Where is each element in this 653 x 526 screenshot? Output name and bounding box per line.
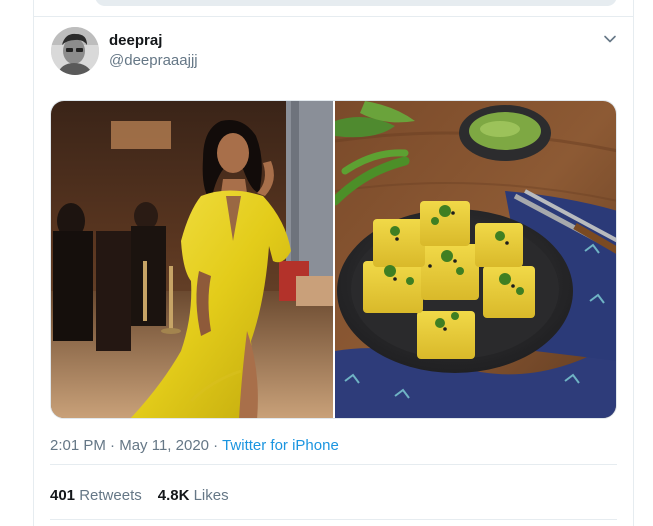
tweet-media — [50, 100, 617, 419]
stats-divider — [50, 519, 617, 520]
tweet-detail-page: deepraj @deepraaajjj 2:01 PM · May 11, 2… — [0, 0, 653, 526]
tweet-timestamp-line: 2:01 PM · May 11, 2020 · Twitter for iPh… — [50, 437, 339, 454]
column-border-left — [33, 0, 34, 526]
tweet-time[interactable]: 2:01 PM — [50, 437, 106, 454]
tweet-date[interactable]: May 11, 2020 — [119, 437, 209, 454]
avatar-image — [51, 27, 99, 75]
meta-divider — [50, 464, 617, 465]
search-bar-edge[interactable] — [95, 0, 617, 6]
retweets-stat[interactable]: 401 Retweets — [50, 487, 142, 504]
likes-label: Likes — [193, 487, 229, 504]
media-photo-left[interactable] — [51, 101, 333, 419]
media-photo-right[interactable] — [335, 101, 617, 419]
header-divider — [33, 16, 633, 17]
separator-dot: · — [213, 437, 219, 454]
avatar[interactable] — [51, 27, 99, 75]
tweet-source-link[interactable]: Twitter for iPhone — [222, 437, 339, 454]
column-border-right — [633, 0, 634, 526]
retweets-count: 401 — [50, 487, 76, 504]
user-handle[interactable]: @deepraaajjj — [109, 52, 198, 69]
retweets-label: Retweets — [79, 487, 142, 504]
chevron-down-icon[interactable] — [601, 30, 619, 48]
separator-dot: · — [110, 437, 116, 454]
display-name[interactable]: deepraj — [109, 32, 162, 49]
tweet-stats: 401 Retweets 4.8K Likes — [50, 487, 229, 504]
likes-count: 4.8K — [157, 487, 190, 504]
likes-stat[interactable]: 4.8K Likes — [158, 487, 229, 504]
